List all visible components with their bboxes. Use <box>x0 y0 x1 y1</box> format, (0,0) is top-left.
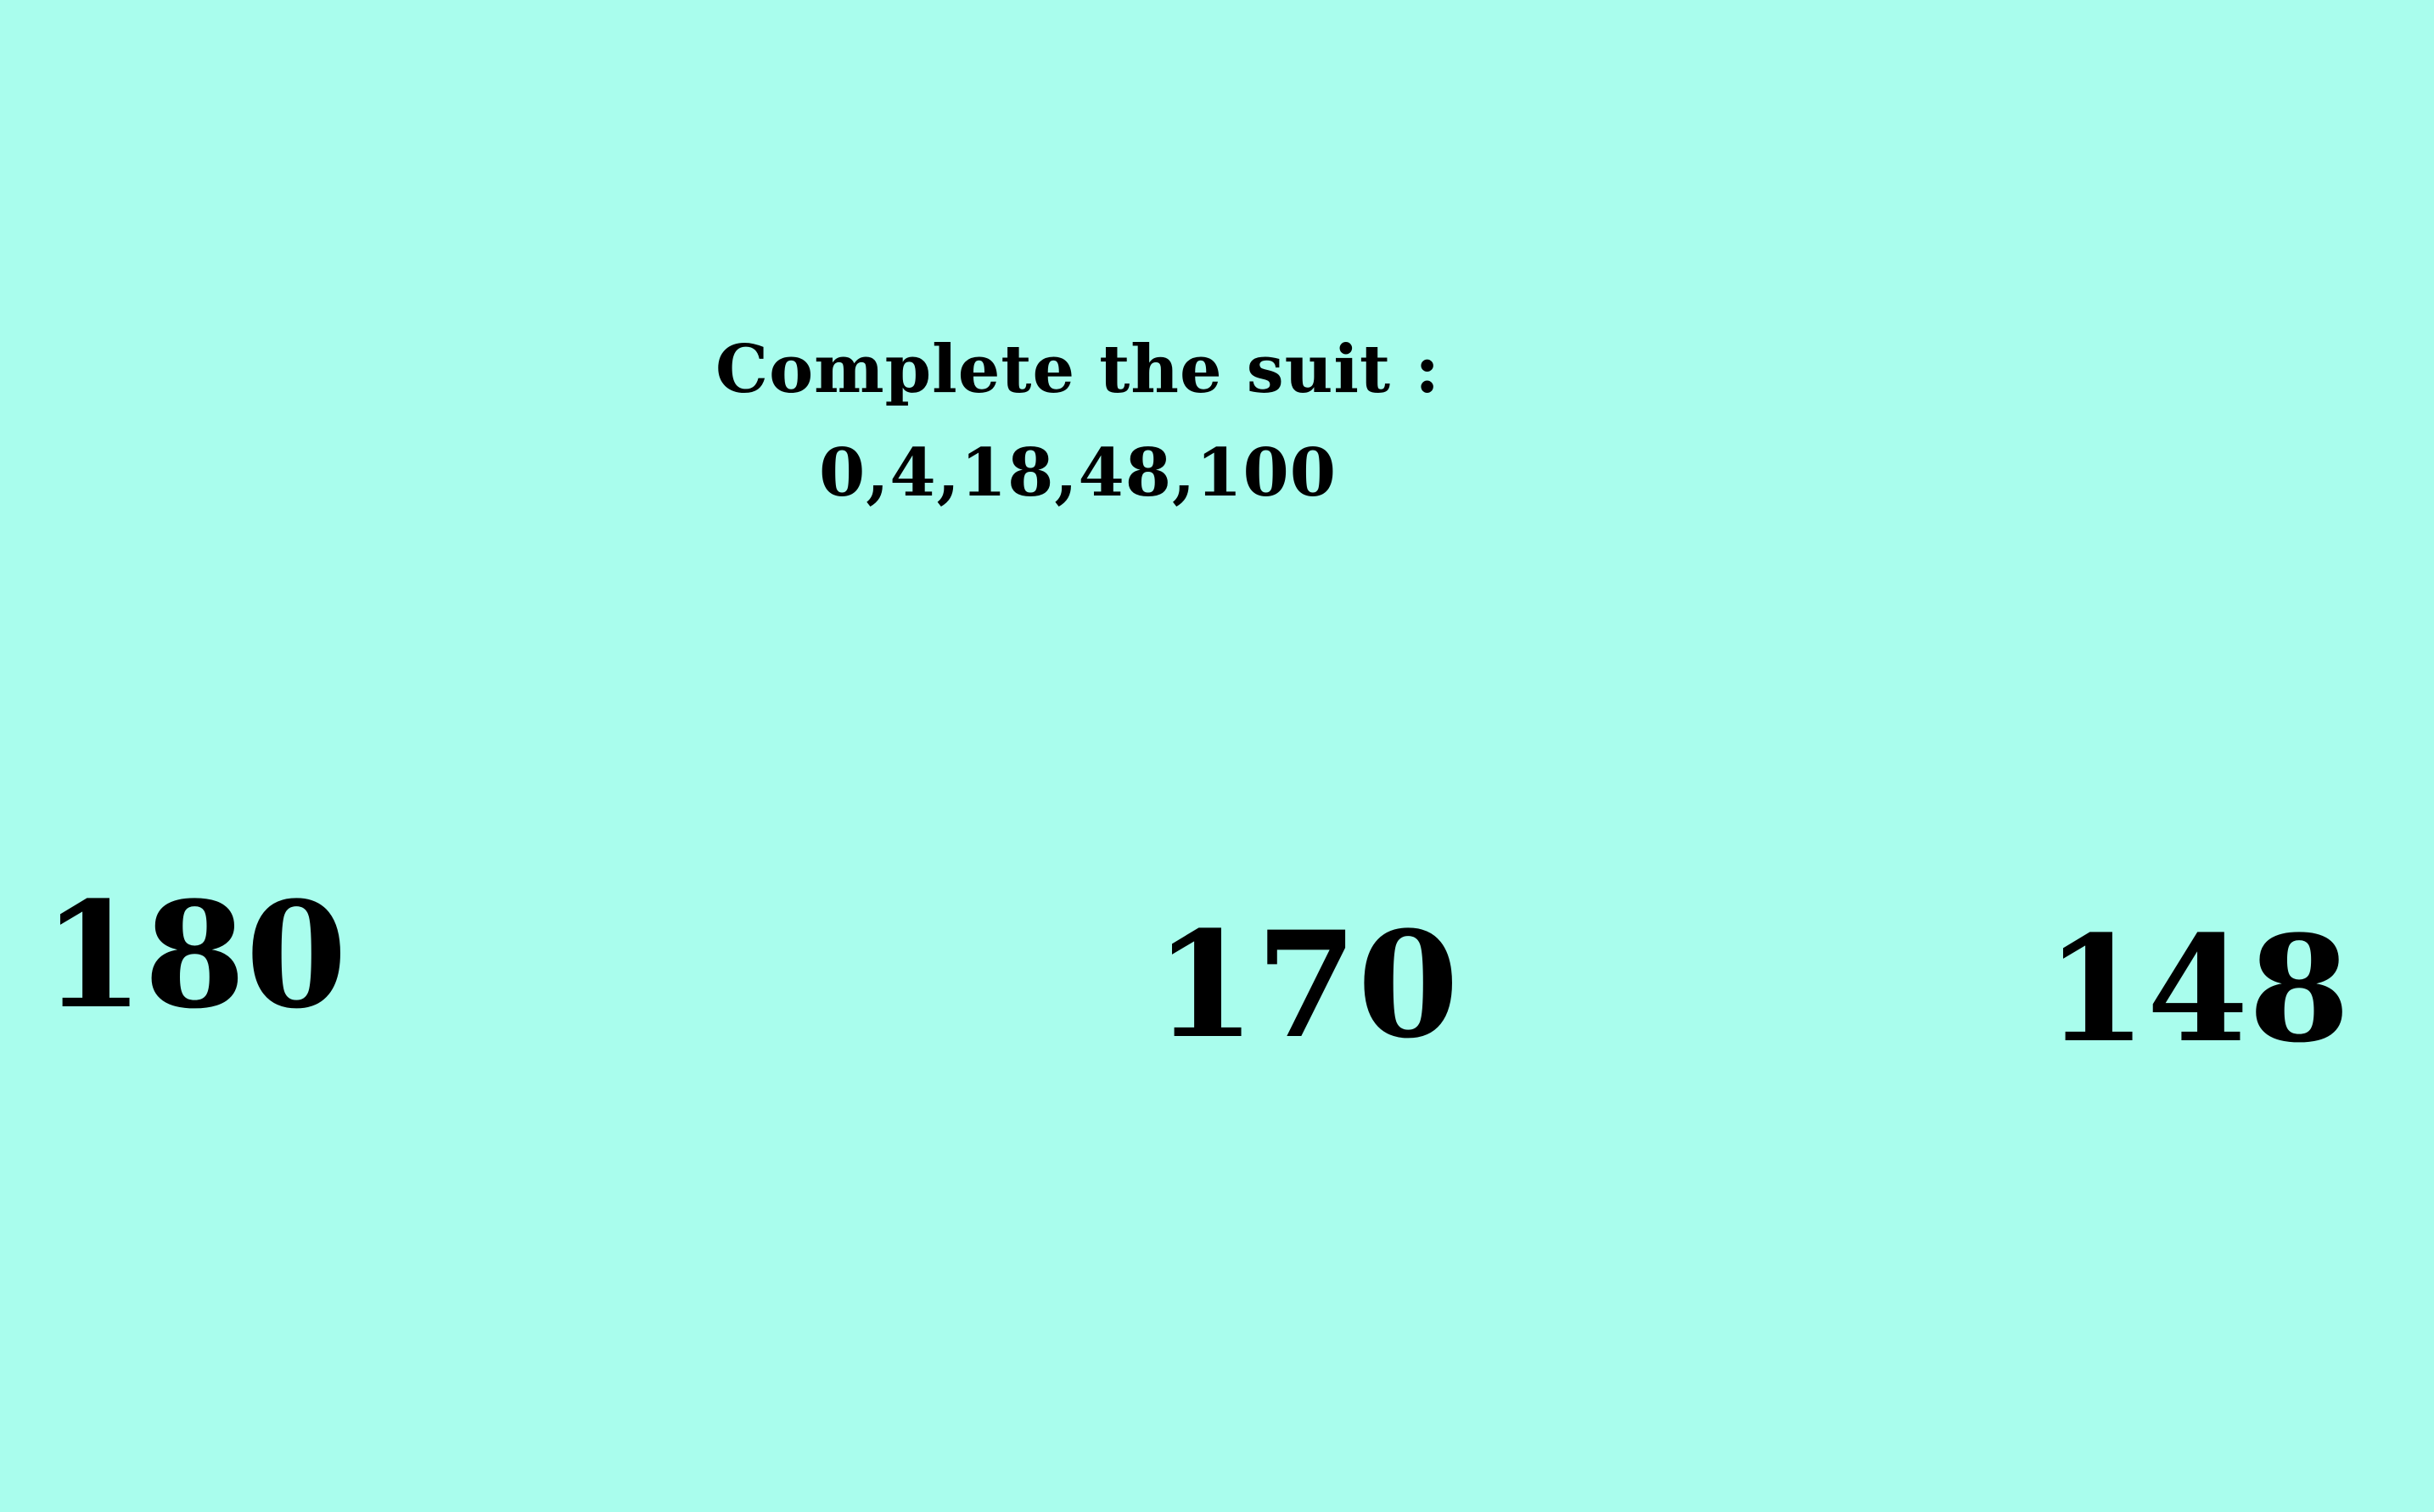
game-screen: Complete the suit : 0,4,18,48,100 180 17… <box>0 0 2434 1512</box>
answer-option-1[interactable]: 180 <box>42 882 347 1028</box>
question-text: Complete the suit : <box>715 331 1440 408</box>
answer-option-3[interactable]: 148 <box>2045 916 2350 1062</box>
answer-option-2[interactable]: 170 <box>1154 912 1459 1058</box>
number-sequence: 0,4,18,48,100 <box>818 434 1338 512</box>
question-prompt: Complete the suit : 0,4,18,48,100 <box>0 318 2156 525</box>
